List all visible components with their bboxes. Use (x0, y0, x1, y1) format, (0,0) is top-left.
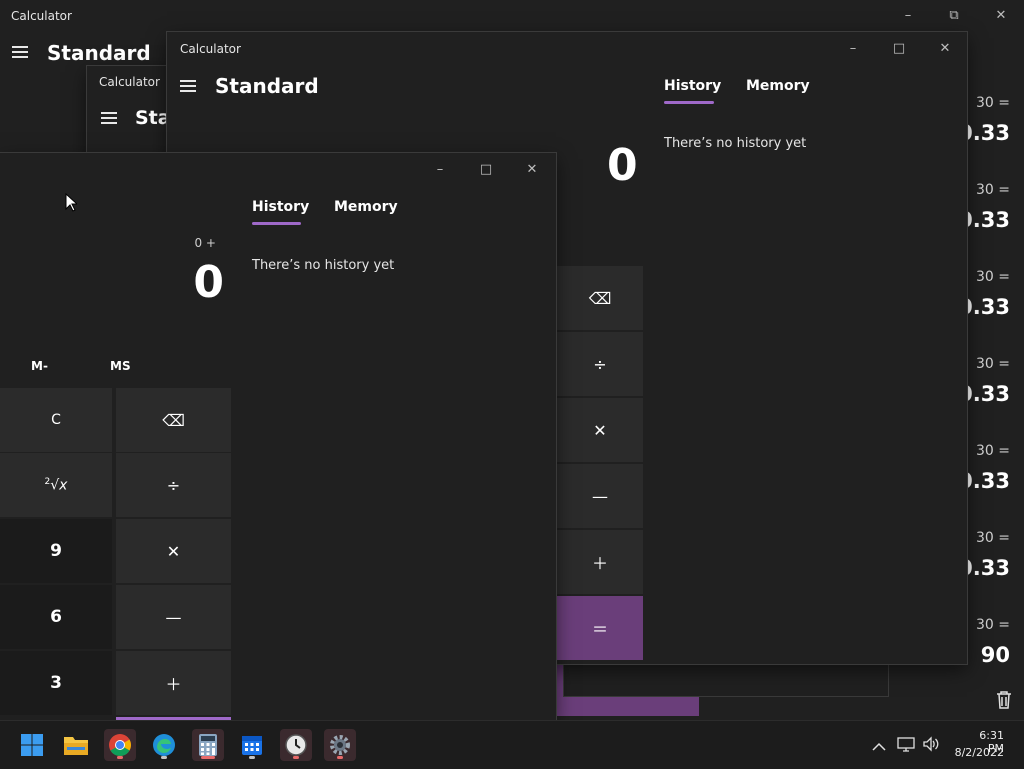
small-window-title: Calculator (99, 75, 160, 89)
digit-9-button[interactable]: 9 (0, 519, 112, 583)
square-root-button[interactable]: 2√x (0, 453, 112, 517)
multiply-icon: ✕ (166, 541, 181, 561)
mid-window-title: Calculator (180, 42, 241, 56)
taskbar-settings[interactable] (324, 729, 356, 761)
front-expression: 0 + (194, 236, 216, 250)
history-expression[interactable]: 30 = (976, 530, 1010, 546)
plus-icon: ＋ (165, 675, 182, 694)
add-button[interactable]: ＋ (116, 651, 231, 715)
front-minimize-button[interactable]: – (425, 160, 455, 180)
multiply-button[interactable]: ✕ (116, 519, 231, 583)
history-expression[interactable]: 30 = (976, 443, 1010, 459)
history-expression[interactable]: 30 = (976, 617, 1010, 633)
divide-button[interactable]: ÷ (116, 453, 231, 517)
divide-icon: ÷ (593, 354, 607, 374)
bg-window-fragment (563, 664, 889, 697)
minus-icon: — (592, 486, 608, 506)
trash-icon[interactable] (995, 690, 1013, 710)
taskbar-calendar[interactable] (236, 729, 268, 761)
history-expression[interactable]: 30 = (976, 269, 1010, 285)
taskbar-chrome[interactable] (104, 729, 136, 761)
clear-button[interactable]: C (0, 388, 112, 452)
memory-store-button[interactable]: MS (110, 359, 131, 373)
bg-window-title: Calculator (11, 9, 72, 23)
history-expression[interactable]: 30 = (976, 95, 1010, 111)
running-indicator (117, 756, 123, 759)
mid-multiply-button[interactable]: ✕ (557, 398, 643, 462)
minus-icon: — (165, 607, 182, 627)
digit-6-button[interactable]: 6 (0, 585, 112, 649)
tray-overflow-chevron-icon[interactable] (872, 737, 886, 756)
mid-mode-title: Standard (215, 74, 319, 98)
front-maximize-button[interactable]: □ (471, 160, 501, 180)
bg-menu-icon[interactable] (12, 46, 28, 58)
mid-divide-button[interactable]: ÷ (557, 332, 643, 396)
square-root-icon: 2√x (44, 476, 68, 494)
front-calculator-window: – □ ✕ 0 + 0 History Memory There’s no hi… (0, 153, 556, 720)
file-explorer-icon (64, 737, 88, 755)
mid-add-button[interactable]: ＋ (557, 530, 643, 594)
mid-subtract-button[interactable]: — (557, 464, 643, 528)
mouse-cursor-icon (65, 192, 79, 216)
running-indicator (293, 756, 299, 759)
front-close-button[interactable]: ✕ (517, 160, 547, 180)
running-indicator (337, 756, 343, 759)
taskbar-clock[interactable] (280, 729, 312, 761)
mid-close-button[interactable]: ✕ (930, 39, 960, 59)
network-icon[interactable] (897, 736, 915, 756)
clock-date[interactable]: 8/2/2022 (952, 746, 1004, 759)
taskbar: 6:31 PM 8/2/2022 (0, 720, 1024, 769)
subtract-button[interactable]: — (116, 585, 231, 649)
mid-display: 0 (607, 140, 638, 191)
mid-tab-history-underline (664, 101, 714, 104)
mid-maximize-button[interactable]: □ (884, 39, 914, 59)
multiply-icon: ✕ (593, 420, 607, 440)
taskbar-file-explorer[interactable] (60, 729, 92, 761)
running-indicator (201, 756, 215, 759)
taskbar-calculator[interactable] (192, 729, 224, 761)
mid-equals-button[interactable]: ＝ (557, 596, 643, 660)
bg-close-button[interactable]: ✕ (986, 6, 1016, 26)
mid-tab-memory[interactable]: Memory (746, 78, 810, 94)
mid-menu-icon[interactable] (180, 80, 196, 92)
mid-minimize-button[interactable]: – (838, 39, 868, 59)
bg-minimize-button[interactable]: – (893, 6, 923, 26)
backspace-icon: ⌫ (588, 288, 612, 308)
calendar-icon (242, 736, 262, 755)
divide-icon: ÷ (166, 475, 181, 495)
calculator-app-icon (199, 734, 217, 756)
bg-restore-button[interactable]: ⧉ (939, 6, 969, 26)
history-expression[interactable]: 30 = (976, 356, 1010, 372)
front-no-history-text: There’s no history yet (252, 258, 395, 273)
settings-icon (330, 735, 350, 755)
chrome-icon (109, 734, 131, 756)
running-indicator (249, 756, 255, 759)
small-menu-icon[interactable] (101, 112, 117, 124)
front-tab-memory[interactable]: Memory (334, 199, 398, 215)
mid-backspace-button[interactable]: ⌫ (557, 266, 643, 330)
mid-no-history-text: There’s no history yet (664, 136, 807, 151)
mid-tab-history[interactable]: History (664, 78, 721, 94)
start-icon (21, 734, 43, 756)
volume-icon[interactable] (922, 736, 940, 756)
front-tab-history[interactable]: History (252, 199, 309, 215)
front-tab-history-underline (252, 222, 301, 225)
edge-icon (153, 734, 175, 756)
plus-icon: ＋ (591, 554, 608, 573)
backspace-icon: ⌫ (162, 410, 185, 430)
history-expression[interactable]: 30 = (976, 182, 1010, 198)
start-button[interactable] (16, 729, 48, 761)
history-result[interactable]: 90 (981, 643, 1010, 667)
digit-3-button[interactable]: 3 (0, 651, 112, 715)
equals-icon: ＝ (591, 620, 608, 639)
memory-subtract-button[interactable]: M- (31, 359, 48, 373)
running-indicator (161, 756, 167, 759)
front-display: 0 (193, 257, 224, 308)
taskbar-edge[interactable] (148, 729, 180, 761)
backspace-button[interactable]: ⌫ (116, 388, 231, 452)
bg-mode-title: Standard (47, 41, 151, 65)
clock-icon (285, 734, 307, 756)
